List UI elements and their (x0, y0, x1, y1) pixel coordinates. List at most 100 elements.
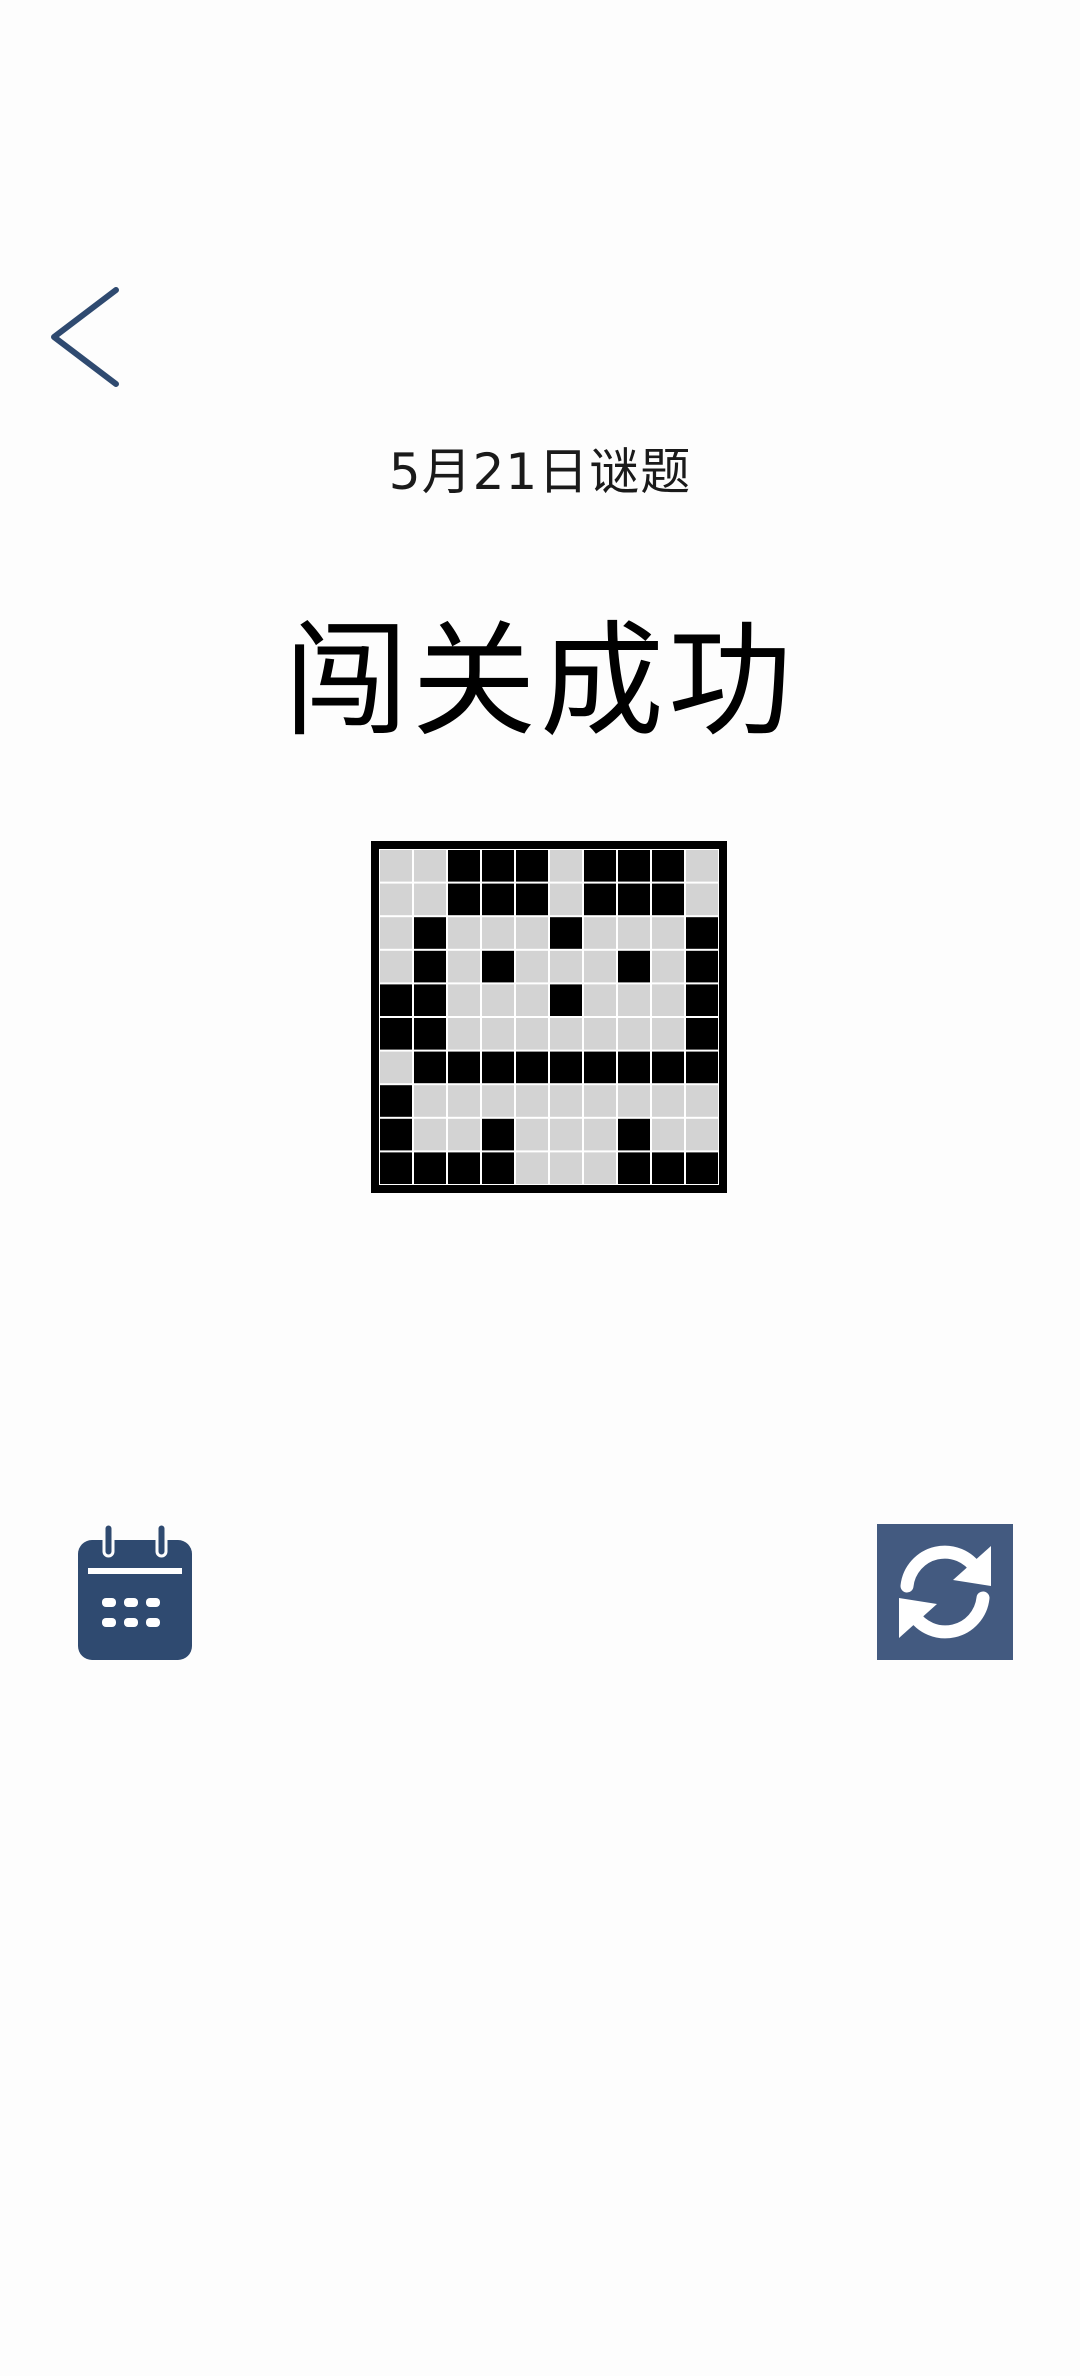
grid-cell-filled (448, 850, 480, 882)
grid-cell-empty (550, 883, 582, 916)
grid-cell-filled (380, 1118, 412, 1151)
grid-cell-filled (618, 1118, 650, 1151)
grid-cell-filled (380, 1018, 412, 1050)
puzzle-grid-canvas (379, 849, 719, 1185)
grid-cell-filled (686, 917, 718, 949)
grid-cell-empty (482, 1018, 514, 1050)
grid-cell-empty (516, 1085, 548, 1117)
result-title: 闯关成功 (283, 610, 796, 754)
grid-cell-filled (448, 1152, 480, 1184)
grid-cell-empty (652, 917, 684, 949)
grid-cell-filled (516, 883, 548, 916)
grid-cell-filled (652, 1051, 684, 1084)
grid-cell-filled (482, 883, 514, 916)
grid-cell-empty (652, 950, 684, 983)
grid-cell-filled (414, 950, 446, 983)
grid-cell-empty (550, 1085, 582, 1117)
grid-cell-empty (516, 1152, 548, 1184)
grid-cell-empty (584, 1152, 616, 1184)
grid-cell-empty (686, 1118, 718, 1151)
grid-cell-empty (550, 1118, 582, 1151)
grid-cell-filled (414, 984, 446, 1016)
grid-cell-filled (618, 1051, 650, 1084)
grid-cell-empty (686, 883, 718, 916)
grid-cell-empty (482, 984, 514, 1016)
refresh-button[interactable] (877, 1524, 1013, 1660)
grid-cell-empty (618, 984, 650, 1016)
grid-cell-empty (448, 1085, 480, 1117)
grid-cell-empty (584, 917, 616, 949)
grid-cell-empty (380, 950, 412, 983)
puzzle-result-screen: 5月21日谜题 闯关成功 (0, 0, 1080, 2376)
grid-cell-empty (482, 917, 514, 949)
grid-cell-filled (652, 850, 684, 882)
grid-cell-filled (618, 950, 650, 983)
grid-cell-filled (618, 883, 650, 916)
grid-cell-empty (380, 850, 412, 882)
grid-cell-filled (482, 850, 514, 882)
grid-cell-empty (380, 917, 412, 949)
grid-cell-empty (584, 984, 616, 1016)
grid-cell-empty (414, 850, 446, 882)
grid-cell-empty (448, 984, 480, 1016)
grid-cell-filled (686, 984, 718, 1016)
grid-cell-empty (584, 1085, 616, 1117)
grid-cell-empty (584, 1118, 616, 1151)
grid-cell-empty (584, 1018, 616, 1050)
grid-cell-filled (414, 1152, 446, 1184)
grid-cell-empty (414, 883, 446, 916)
grid-cell-filled (380, 1152, 412, 1184)
grid-cell-filled (686, 1152, 718, 1184)
grid-cell-empty (618, 1085, 650, 1117)
grid-cell-empty (550, 1152, 582, 1184)
refresh-icon (899, 1545, 991, 1639)
grid-cell-empty (652, 1085, 684, 1117)
grid-cell-filled (618, 1152, 650, 1184)
grid-cell-filled (550, 1051, 582, 1084)
grid-cell-filled (686, 1051, 718, 1084)
grid-cell-filled (448, 883, 480, 916)
puzzle-grid (371, 841, 727, 1193)
grid-cell-empty (686, 850, 718, 882)
grid-cell-filled (686, 950, 718, 983)
grid-cell-empty (516, 950, 548, 983)
grid-cell-filled (482, 950, 514, 983)
grid-cell-empty (448, 1018, 480, 1050)
grid-cell-filled (686, 1018, 718, 1050)
grid-cell-filled (482, 1152, 514, 1184)
grid-cell-filled (448, 1051, 480, 1084)
grid-cell-filled (516, 850, 548, 882)
grid-cell-filled (550, 984, 582, 1016)
grid-cell-filled (516, 1051, 548, 1084)
grid-cell-filled (652, 1152, 684, 1184)
grid-cell-filled (380, 1085, 412, 1117)
calendar-button[interactable] (76, 1522, 194, 1662)
grid-cell-empty (652, 1118, 684, 1151)
grid-cell-filled (618, 850, 650, 882)
back-button[interactable] (40, 282, 130, 392)
grid-cell-empty (414, 1118, 446, 1151)
grid-cell-empty (448, 950, 480, 983)
grid-cell-filled (482, 1118, 514, 1151)
grid-cell-empty (380, 1051, 412, 1084)
grid-cell-filled (584, 1051, 616, 1084)
puzzle-date-label: 5月21日谜题 (388, 443, 692, 501)
grid-cell-filled (414, 1051, 446, 1084)
grid-cell-filled (414, 1018, 446, 1050)
grid-cell-empty (448, 1118, 480, 1151)
grid-cell-empty (686, 1085, 718, 1117)
grid-cell-filled (550, 917, 582, 949)
grid-cell-empty (584, 950, 616, 983)
grid-cell-empty (516, 917, 548, 949)
grid-cell-filled (652, 883, 684, 916)
grid-cell-filled (414, 917, 446, 949)
grid-cell-empty (448, 917, 480, 949)
grid-cell-filled (584, 850, 616, 882)
grid-cell-empty (482, 1085, 514, 1117)
grid-cell-empty (550, 850, 582, 882)
grid-cell-filled (584, 883, 616, 916)
calendar-icon (78, 1522, 192, 1660)
grid-cell-empty (618, 917, 650, 949)
grid-cell-filled (482, 1051, 514, 1084)
grid-cell-empty (414, 1085, 446, 1117)
